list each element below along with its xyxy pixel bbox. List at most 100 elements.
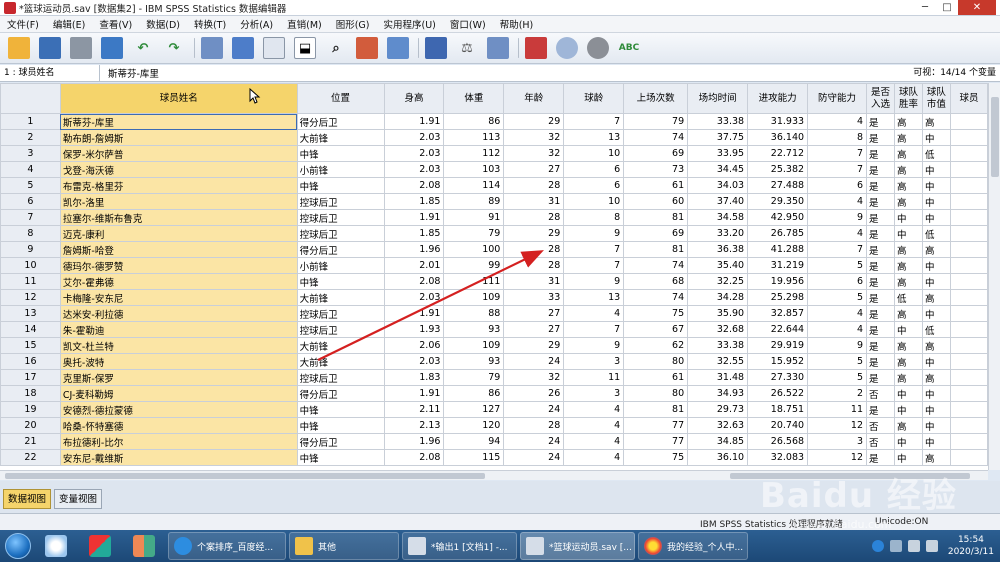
cell-empty[interactable] <box>949 305 988 322</box>
cell-number[interactable]: 80 <box>623 353 689 370</box>
cell-text[interactable]: 中 <box>921 385 951 402</box>
cell-number[interactable]: 109 <box>443 337 505 354</box>
cell-number[interactable]: 2.08 <box>383 177 445 194</box>
weight-cases-icon[interactable]: ⚖ <box>456 37 478 59</box>
cell-number[interactable]: 37.75 <box>687 129 749 146</box>
cell-text[interactable]: 高 <box>893 129 923 146</box>
insert-cases-icon[interactable] <box>356 37 378 59</box>
cell-number[interactable]: 36.38 <box>687 241 749 258</box>
value-labels-icon[interactable] <box>525 37 547 59</box>
table-row[interactable]: 2 勒布朗-詹姆斯 大前锋 2.03 113 32 13 74 37.75 36.140 8 是高中 <box>0 129 988 146</box>
cell-text[interactable]: 是 <box>866 449 895 466</box>
cell-number[interactable]: 32 <box>503 129 565 146</box>
cell-text[interactable]: 高 <box>893 369 923 386</box>
cell-number[interactable]: 2 <box>807 385 868 402</box>
cell-empty[interactable] <box>949 257 988 274</box>
cell-text[interactable]: 高 <box>893 353 923 370</box>
cell-number[interactable]: 75 <box>623 305 689 322</box>
cell-player-name[interactable]: 布雷克-格里芬 <box>59 177 298 194</box>
cell-number[interactable]: 29.350 <box>747 193 809 210</box>
cell-text[interactable]: 得分后卫 <box>296 241 385 258</box>
pinned-app-3[interactable] <box>124 531 164 561</box>
cell-player-name[interactable]: 达米安-利拉德 <box>59 305 298 322</box>
table-row[interactable]: 21 布拉德利-比尔 得分后卫 1.96 94 24 4 77 34.85 26.568 3 否中中 <box>0 433 988 450</box>
cell-number[interactable]: 8 <box>807 129 868 146</box>
cell-empty[interactable] <box>949 161 988 178</box>
insert-variable-icon[interactable] <box>387 37 409 59</box>
cell-text[interactable]: 高 <box>893 241 923 258</box>
cell-empty[interactable] <box>949 385 988 402</box>
cell-number[interactable]: 29 <box>503 113 565 130</box>
cell-text[interactable]: 中 <box>921 257 951 274</box>
cell-text[interactable]: 中锋 <box>296 417 385 434</box>
cell-number[interactable]: 60 <box>623 193 689 210</box>
cell-text[interactable]: 中 <box>921 209 951 226</box>
cell-number[interactable]: 115 <box>443 449 505 466</box>
col-header-team-value[interactable]: 球队市值 <box>921 83 951 114</box>
use-sets-icon[interactable] <box>556 37 578 59</box>
cell-text[interactable]: 是 <box>866 353 895 370</box>
cell-number[interactable]: 29.919 <box>747 337 809 354</box>
row-number[interactable]: 20 <box>0 417 61 434</box>
cell-number[interactable]: 1.91 <box>383 113 445 130</box>
col-header-years[interactable]: 球龄 <box>563 83 625 114</box>
cell-number[interactable]: 4 <box>563 433 625 450</box>
cell-empty[interactable] <box>949 433 988 450</box>
cell-text[interactable]: 中 <box>921 161 951 178</box>
cell-value-input[interactable]: 斯蒂芬-库里 <box>100 66 159 80</box>
col-header-selected[interactable]: 是否入选 <box>866 83 895 114</box>
cell-number[interactable]: 32 <box>503 369 565 386</box>
cell-number[interactable]: 18.751 <box>747 401 809 418</box>
cell-number[interactable]: 26 <box>503 385 565 402</box>
cell-text[interactable]: 高 <box>893 417 923 434</box>
cell-number[interactable]: 32.68 <box>687 321 749 338</box>
col-header-defense[interactable]: 防守能力 <box>807 83 868 114</box>
cell-number[interactable]: 79 <box>623 113 689 130</box>
cell-number[interactable]: 6 <box>563 177 625 194</box>
cell-number[interactable]: 2.03 <box>383 161 445 178</box>
cell-number[interactable]: 35.90 <box>687 305 749 322</box>
cell-number[interactable]: 25.298 <box>747 289 809 306</box>
cell-number[interactable]: 37.40 <box>687 193 749 210</box>
cell-player-name[interactable]: 斯蒂芬-库里 <box>59 113 298 130</box>
row-number[interactable]: 17 <box>0 369 61 386</box>
cell-text[interactable]: 高 <box>893 273 923 290</box>
cell-text[interactable]: 中 <box>893 385 923 402</box>
row-number[interactable]: 1 <box>0 113 61 130</box>
cell-number[interactable]: 34.03 <box>687 177 749 194</box>
table-row[interactable]: 22 安东尼-戴维斯 中锋 2.08 115 24 4 75 36.10 32.083 12 是中高 <box>0 449 988 466</box>
pinned-app-2[interactable] <box>80 531 120 561</box>
cell-number[interactable]: 13 <box>563 289 625 306</box>
cell-text[interactable]: 是 <box>866 129 895 146</box>
cell-number[interactable]: 26.785 <box>747 225 809 242</box>
cell-number[interactable]: 34.58 <box>687 209 749 226</box>
cell-text[interactable]: 高 <box>893 113 923 130</box>
task-folder-other[interactable]: 其他 <box>289 532 399 560</box>
cell-number[interactable]: 28 <box>503 209 565 226</box>
cell-text[interactable]: 中 <box>921 305 951 322</box>
cell-text[interactable]: 低 <box>921 145 951 162</box>
cell-text[interactable]: 中 <box>921 273 951 290</box>
cell-number[interactable]: 34.28 <box>687 289 749 306</box>
cell-number[interactable]: 5 <box>807 289 868 306</box>
cell-empty[interactable] <box>949 321 988 338</box>
cell-number[interactable]: 1.96 <box>383 433 445 450</box>
cell-number[interactable]: 103 <box>443 161 505 178</box>
cell-number[interactable]: 9 <box>807 209 868 226</box>
cell-text[interactable]: 中锋 <box>296 177 385 194</box>
cell-player-name[interactable]: 哈桑-怀特塞德 <box>59 417 298 434</box>
cell-number[interactable]: 10 <box>563 193 625 210</box>
cell-text[interactable]: 高 <box>921 241 951 258</box>
cell-number[interactable]: 81 <box>623 401 689 418</box>
redo-icon[interactable]: ↷ <box>163 37 185 59</box>
goto-case-icon[interactable] <box>201 37 223 59</box>
cell-number[interactable]: 69 <box>623 225 689 242</box>
cell-text[interactable]: 控球后卫 <box>296 305 385 322</box>
cell-number[interactable]: 26.522 <box>747 385 809 402</box>
cell-text[interactable]: 否 <box>866 417 895 434</box>
cell-player-name[interactable]: 朱-霍勒迪 <box>59 321 298 338</box>
minimize-button[interactable]: ─ <box>914 0 936 15</box>
menu-direct-marketing[interactable]: 直销(M) <box>280 17 329 31</box>
cell-number[interactable]: 8 <box>563 209 625 226</box>
table-row[interactable]: 16 奥托-波特 大前锋 2.03 93 24 3 80 32.55 15.952 5 是高中 <box>0 353 988 370</box>
